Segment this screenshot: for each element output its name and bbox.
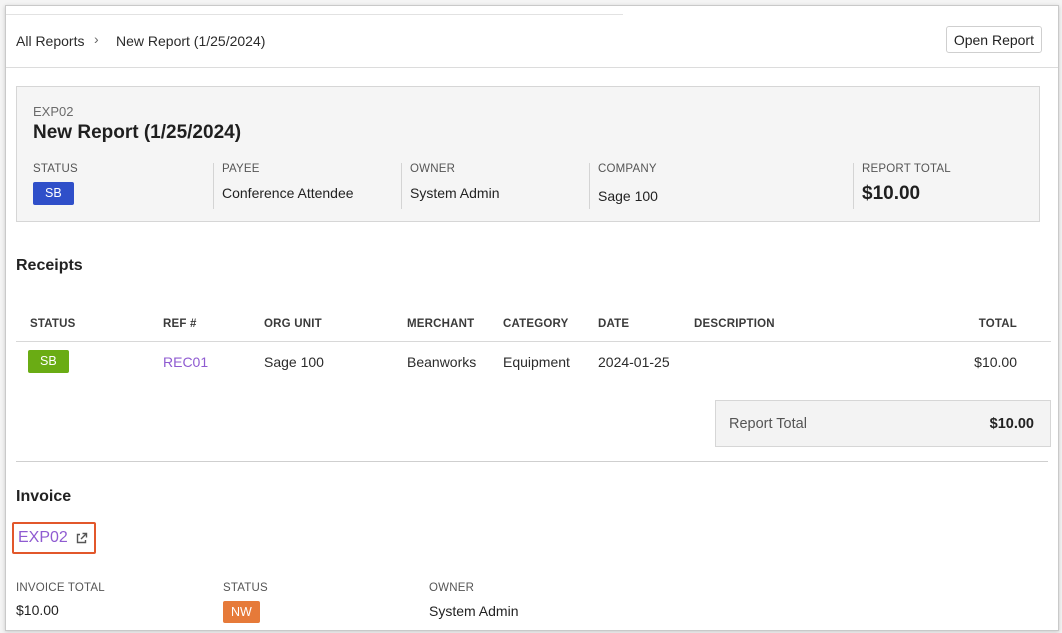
column-date: DATE [598,318,630,330]
breadcrumb-all-reports[interactable]: All Reports [16,33,84,49]
company-label: COMPANY [598,163,657,175]
receipt-total: $10.00 [974,354,1017,370]
receipts-report-total-label: Report Total [729,416,807,432]
invoice-heading: Invoice [16,488,72,505]
column-total: TOTAL [978,318,1017,330]
invoice-total-field: INVOICE TOTAL $10.00 [16,582,105,618]
report-title: New Report (1/25/2024) [33,122,242,143]
column-status: STATUS [30,318,76,330]
payee-field: PAYEE Conference Attendee [213,163,400,209]
top-bar: All Reports › New Report (1/25/2024) Ope… [6,14,1058,68]
owner-label: OWNER [410,163,456,175]
receipts-heading: Receipts [16,257,83,274]
table-row[interactable]: SB REC01 Sage 100 Beanworks Equipment 20… [16,342,1051,382]
receipts-table: STATUS REF # ORG UNIT MERCHANT CATEGORY … [16,309,1051,382]
open-report-button[interactable]: Open Report [945,26,1042,53]
status-label: STATUS [33,163,78,175]
invoice-link[interactable]: EXP02 [12,522,96,554]
owner-value: System Admin [410,185,500,201]
report-total-value: $10.00 [862,183,921,204]
column-category: CATEGORY [503,318,569,330]
receipts-report-total-value: $10.00 [989,416,1034,432]
top-bar-divider [6,14,623,15]
receipt-ref-link[interactable]: REC01 [163,354,208,370]
column-org-unit: ORG UNIT [264,318,322,330]
column-ref: REF # [163,318,197,330]
invoice-owner-label: OWNER [429,582,475,594]
invoice-owner-value: System Admin [429,603,519,619]
payee-label: PAYEE [222,163,260,175]
report-code: EXP02 [33,104,74,119]
report-summary-card: EXP02 New Report (1/25/2024) STATUS SB P… [16,86,1040,222]
status-badge: SB [33,182,74,205]
report-total-label: REPORT TOTAL [862,163,951,175]
report-total-field: REPORT TOTAL $10.00 [853,163,1034,209]
invoice-status-badge: NW [223,601,260,623]
breadcrumb-current: New Report (1/25/2024) [116,33,266,49]
receipt-org-unit: Sage 100 [264,354,324,370]
receipt-category: Equipment [503,354,570,370]
receipts-report-total: Report Total $10.00 [715,400,1051,447]
company-field: COMPANY Sage 100 [589,163,852,209]
invoice-link-text[interactable]: EXP02 [18,529,68,547]
invoice-status-field: STATUS NW [223,582,268,623]
external-link-icon[interactable] [75,532,88,545]
company-value: Sage 100 [598,188,658,204]
owner-field: OWNER System Admin [401,163,588,209]
receipt-status-badge: SB [28,350,69,373]
receipt-date: 2024-01-25 [598,354,670,370]
receipts-table-header: STATUS REF # ORG UNIT MERCHANT CATEGORY … [16,309,1051,342]
report-detail-panel: All Reports › New Report (1/25/2024) Ope… [5,5,1059,631]
payee-value: Conference Attendee [222,185,354,201]
invoice-total-label: INVOICE TOTAL [16,582,105,594]
invoice-total-value: $10.00 [16,602,59,618]
invoice-status-label: STATUS [223,582,268,594]
section-divider [16,461,1048,462]
column-description: DESCRIPTION [694,318,775,330]
chevron-right-icon: › [94,31,99,47]
column-merchant: MERCHANT [407,318,475,330]
receipt-merchant: Beanworks [407,354,477,370]
status-field: STATUS SB [25,163,215,209]
invoice-owner-field: OWNER System Admin [429,582,518,619]
